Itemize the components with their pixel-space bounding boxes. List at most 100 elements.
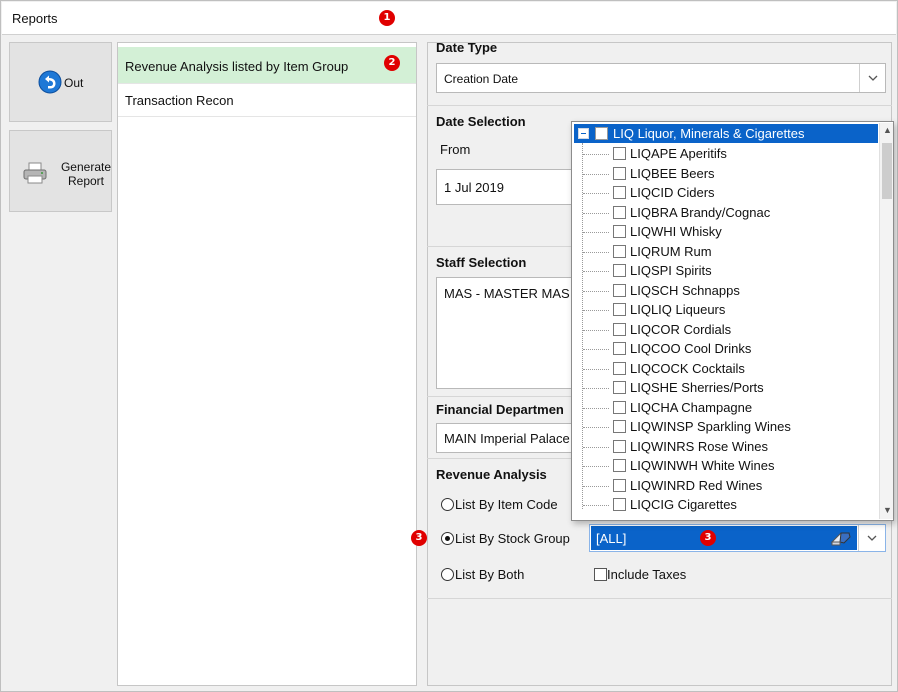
- tree-node[interactable]: LIQAPE Aperitifs: [572, 144, 878, 163]
- tree-node-label: LIQSPI Spirits: [630, 263, 712, 278]
- report-list-item-transaction-recon[interactable]: Transaction Recon: [118, 83, 416, 117]
- staff-selection-list[interactable]: MAS - MASTER MAS: [436, 277, 576, 389]
- financial-department-title: Financial Departmen: [436, 402, 564, 417]
- tree-node[interactable]: LIQWHI Whisky: [572, 222, 878, 241]
- tree-node-checkbox[interactable]: [613, 264, 626, 277]
- tree-node[interactable]: LIQWINRS Rose Wines: [572, 437, 878, 456]
- out-button[interactable]: Out: [9, 42, 112, 122]
- tree-node-checkbox[interactable]: [613, 381, 626, 394]
- report-list-item-label: Transaction Recon: [125, 93, 234, 108]
- tree-node[interactable]: LIQSHE Sherries/Ports: [572, 378, 878, 397]
- tree-node[interactable]: LIQCHA Champagne: [572, 398, 878, 417]
- tree-node-checkbox[interactable]: [595, 127, 608, 140]
- tree-node-checkbox[interactable]: [613, 225, 626, 238]
- tree-node-label: LIQ Liquor, Minerals & Cigarettes: [613, 126, 805, 141]
- tree-node-label: LIQSHE Sherries/Ports: [630, 380, 764, 395]
- staff-selection-item[interactable]: MAS - MASTER MAS: [444, 286, 570, 301]
- tree-node-checkbox[interactable]: [613, 186, 626, 199]
- list-by-both-radio[interactable]: List By Both: [441, 567, 524, 582]
- tree-node-checkbox[interactable]: [613, 400, 626, 414]
- tree-node[interactable]: LIQCOCK Cocktails: [572, 359, 878, 378]
- dropdown-scrollbar[interactable]: ▲ ▼: [879, 123, 893, 519]
- list-by-both-label: List By Both: [455, 567, 525, 582]
- date-type-dropdown-button[interactable]: [859, 64, 885, 92]
- date-type-value: Creation Date: [444, 72, 519, 86]
- report-list-item-revenue-analysis[interactable]: Revenue Analysis listed by Item Group: [118, 47, 416, 83]
- stock-group-value-box: [ALL]: [591, 526, 857, 550]
- list-by-stock-group-label: List By Stock Group: [455, 531, 570, 546]
- annotation-marker-3a: 3: [411, 530, 427, 546]
- stock-group-value: [ALL]: [596, 531, 627, 546]
- tree-node[interactable]: LIQWINWH White Wines: [572, 456, 878, 475]
- from-date-value: 1 Jul 2019: [444, 180, 504, 195]
- report-list: Revenue Analysis listed by Item Group 2 …: [117, 42, 417, 686]
- from-date-field[interactable]: 1 Jul 2019: [436, 169, 576, 205]
- tree-node-checkbox[interactable]: [613, 420, 626, 433]
- tree-node-label: LIQCOR Cordials: [630, 321, 732, 337]
- tree-node-label: LIQRUM Rum: [630, 243, 712, 259]
- date-type-title: Date Type: [436, 40, 498, 55]
- tree-node-label: LIQCIG Cigarettes: [630, 497, 737, 512]
- tree-node-checkbox[interactable]: [613, 342, 626, 355]
- tree-node-label: LIQBRA Brandy/Cognac: [630, 204, 771, 220]
- tree-node[interactable]: LIQCOR Cordials: [572, 320, 878, 339]
- date-selection-title: Date Selection: [436, 114, 526, 129]
- tree-node-checkbox[interactable]: [613, 303, 626, 316]
- tree-node-label: LIQWINRD Red Wines: [630, 477, 763, 493]
- tree-node-checkbox[interactable]: [613, 498, 626, 511]
- tree-node-checkbox[interactable]: [613, 244, 626, 258]
- tree-node-checkbox[interactable]: [613, 147, 626, 160]
- tree-node[interactable]: LIQLIQ Liqueurs: [572, 300, 878, 319]
- tree-node[interactable]: LIQRUM Rum: [572, 242, 878, 261]
- back-arrow-icon: [38, 70, 62, 94]
- financial-department-combo[interactable]: MAIN Imperial Palace: [436, 423, 576, 453]
- tree-node-checkbox[interactable]: [613, 283, 626, 297]
- list-by-stock-group-radio[interactable]: List By Stock Group: [441, 531, 570, 546]
- report-list-item-label: Revenue Analysis listed by Item Group: [125, 59, 349, 74]
- tree-node[interactable]: LIQWINRD Red Wines: [572, 476, 878, 495]
- printer-icon: [23, 162, 47, 184]
- tree-node-label: LIQSCH Schnapps: [630, 282, 740, 298]
- tree-node[interactable]: LIQCOO Cool Drinks: [572, 339, 878, 358]
- tree-node-checkbox[interactable]: [613, 478, 626, 492]
- tree-node[interactable]: LIQBEE Beers: [572, 164, 878, 183]
- annotation-marker-3b: 3: [700, 530, 716, 546]
- tree-node-checkbox[interactable]: [613, 205, 626, 219]
- radio-indicator-selected: [441, 532, 454, 545]
- include-taxes-checkbox[interactable]: Include Taxes: [594, 567, 686, 582]
- generate-report-label-line2: Report: [67, 174, 105, 188]
- tree-node-checkbox[interactable]: [613, 439, 626, 453]
- tree-node-label: LIQCOO Cool Drinks: [630, 341, 752, 356]
- radio-indicator: [441, 568, 454, 581]
- window-title: Reports: [12, 11, 58, 26]
- tree-node[interactable]: LIQBRA Brandy/Cognac: [572, 203, 878, 222]
- tree-node-label: LIQWINRS Rose Wines: [630, 438, 768, 454]
- scroll-down-icon[interactable]: ▼: [883, 505, 892, 515]
- include-taxes-label: Include Taxes: [607, 567, 687, 582]
- stock-group-combo[interactable]: [ALL] 3: [589, 524, 886, 552]
- list-by-item-code-radio[interactable]: List By Item Code: [441, 497, 558, 512]
- scroll-up-icon[interactable]: ▲: [883, 125, 892, 135]
- tree-node[interactable]: LIQCID Ciders: [572, 183, 878, 202]
- tree-node-checkbox[interactable]: [613, 166, 626, 180]
- tree-node[interactable]: LIQSCH Schnapps: [572, 281, 878, 300]
- scrollbar-thumb[interactable]: [882, 143, 892, 199]
- tree-node-label: LIQBEE Beers: [630, 165, 715, 181]
- tree-node-checkbox[interactable]: [613, 322, 626, 336]
- tree-node[interactable]: LIQCIG Cigarettes: [572, 495, 878, 514]
- staff-selection-title: Staff Selection: [436, 255, 527, 270]
- tree-node[interactable]: LIQWINSP Sparkling Wines: [572, 417, 878, 436]
- list-by-item-code-label: List By Item Code: [455, 497, 558, 512]
- tree-node[interactable]: LIQSPI Spirits: [572, 261, 878, 280]
- tree-node-liq-root[interactable]: LIQ Liquor, Minerals & Cigarettes: [574, 124, 878, 143]
- tree-node-checkbox[interactable]: [613, 459, 626, 472]
- generate-report-button[interactable]: Generate Report: [9, 130, 112, 212]
- tree-node-label: LIQWHI Whisky: [630, 224, 722, 239]
- stock-group-dropdown-button[interactable]: [858, 525, 884, 551]
- eraser-icon[interactable]: [829, 529, 853, 547]
- date-type-combo[interactable]: Creation Date: [436, 63, 886, 93]
- reports-window: Reports 1 Out Generate Report Revenue An…: [0, 0, 898, 692]
- annotation-marker-2: 2: [384, 55, 400, 71]
- collapse-icon[interactable]: [578, 128, 589, 139]
- tree-node-checkbox[interactable]: [613, 361, 626, 375]
